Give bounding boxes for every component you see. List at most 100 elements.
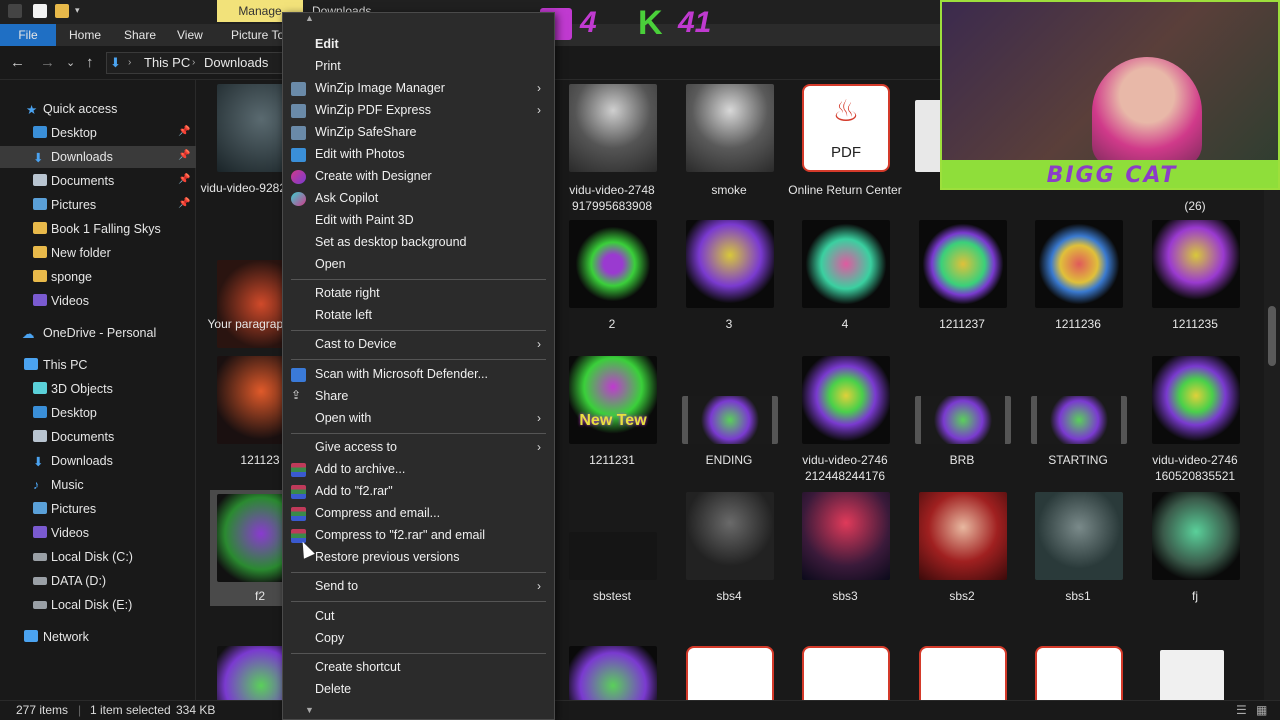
menu-label: Give access to — [315, 440, 397, 454]
details-view-icon[interactable]: ☰ — [1236, 703, 1247, 717]
menu-separator — [291, 330, 546, 331]
menu-item-rotate-right[interactable]: Rotate right — [283, 283, 554, 305]
menu-item-add-to-archive[interactable]: Add to archive... — [283, 459, 554, 481]
menu-item-scan-defender[interactable]: Scan with Microsoft Defender... — [283, 364, 554, 386]
menu-label: Share — [315, 389, 349, 403]
nav-item-desktop[interactable]: Desktop 📌 — [0, 122, 196, 144]
nav-item-documents[interactable]: Documents 📌 — [0, 170, 196, 192]
menu-item-set-desktop-background[interactable]: Set as desktop background — [283, 232, 554, 254]
breadcrumb-downloads[interactable]: Downloads — [204, 55, 268, 70]
menu-label: Create shortcut — [315, 660, 401, 674]
pdf-icon — [1035, 646, 1123, 700]
file-name: (26) — [1184, 199, 1206, 213]
tab-home[interactable]: Home — [69, 24, 101, 46]
thumbnail — [802, 492, 890, 580]
submenu-arrow-icon: › — [537, 337, 541, 351]
nav-item-pictures[interactable]: Pictures 📌 — [0, 194, 196, 216]
large-icons-view-icon[interactable]: ▦ — [1256, 703, 1267, 717]
menu-item-rotate-left[interactable]: Rotate left — [283, 305, 554, 327]
nav-item-sponge[interactable]: sponge — [0, 266, 196, 288]
menu-item-copy[interactable]: Copy — [283, 628, 554, 650]
menu-item-winzip-pdf-express[interactable]: WinZip PDF Express › — [283, 100, 554, 122]
nav-this-pc[interactable]: This PC — [0, 354, 196, 376]
file-name: sbs4 — [716, 589, 742, 603]
pdf-icon — [802, 646, 890, 700]
video-thumbnail — [682, 396, 778, 444]
crumb-separator-icon[interactable]: › — [128, 57, 131, 68]
file-name: sbstest — [592, 589, 631, 603]
menu-item-delete[interactable]: Delete — [283, 679, 554, 701]
menu-item-winzip-safeshare[interactable]: WinZip SafeShare — [283, 122, 554, 144]
properties-icon[interactable] — [33, 4, 47, 18]
scroll-up-arrow-icon[interactable]: ▲ — [305, 13, 314, 23]
menu-item-send-to[interactable]: Send to › — [283, 576, 554, 598]
nav-item-videos[interactable]: Videos — [0, 290, 196, 312]
nav-item-downloads[interactable]: ⬇ Downloads 📌 — [0, 146, 196, 168]
nav-pc-pictures[interactable]: Pictures — [0, 498, 196, 520]
nav-pc-music[interactable]: ♪ Music — [0, 474, 196, 496]
menu-item-cut[interactable]: Cut — [283, 606, 554, 628]
menu-item-ask-copilot[interactable]: Ask Copilot — [283, 188, 554, 210]
menu-item-open[interactable]: Open — [283, 254, 554, 276]
file-name: sbs3 — [832, 589, 858, 603]
nav-pc-desktop[interactable]: Desktop — [0, 402, 196, 424]
up-arrow-icon[interactable]: ↑ — [86, 54, 94, 71]
menu-item-open-with[interactable]: Open with › — [283, 408, 554, 430]
file-name: STARTING — [1048, 453, 1108, 467]
menu-label: Set as desktop background — [315, 235, 467, 249]
menu-item-create-with-designer[interactable]: Create with Designer — [283, 166, 554, 188]
nav-pc-downloads[interactable]: ⬇ Downloads — [0, 450, 196, 472]
menu-item-edit-with-photos[interactable]: Edit with Photos — [283, 144, 554, 166]
nav-pc-documents[interactable]: Documents — [0, 426, 196, 448]
menu-item-edit-with-paint-3d[interactable]: Edit with Paint 3D — [283, 210, 554, 232]
crumb-separator-icon[interactable]: › — [192, 57, 195, 68]
breadcrumb-this-pc[interactable]: This PC — [144, 55, 190, 70]
menu-item-create-shortcut[interactable]: Create shortcut — [283, 657, 554, 679]
cloud-icon: ☁ — [22, 327, 35, 341]
back-arrow-icon[interactable]: ← — [10, 54, 25, 71]
nav-pc-3d-objects[interactable]: 3D Objects — [0, 378, 196, 400]
pdf-icon — [686, 646, 774, 700]
menu-label: Ask Copilot — [315, 191, 379, 205]
share-icon: ⇪ — [291, 388, 302, 402]
menu-item-cast-to-device[interactable]: Cast to Device › — [283, 334, 554, 356]
menu-label: Add to "f2.rar" — [315, 484, 393, 498]
recent-locations-icon[interactable]: ⌄ — [66, 56, 75, 69]
nav-label: Network — [43, 630, 89, 644]
nav-item-new-folder[interactable]: New folder — [0, 242, 196, 264]
nav-item-book1[interactable]: Book 1 Falling Skys — [0, 218, 196, 240]
forward-arrow-icon[interactable]: → — [40, 54, 55, 71]
pdf-icon — [919, 646, 1007, 700]
nav-pc-disk-d[interactable]: DATA (D:) — [0, 570, 196, 592]
nav-network[interactable]: Network — [0, 626, 196, 648]
menu-item-add-to-f2-rar[interactable]: Add to "f2.rar" — [283, 481, 554, 503]
menu-item-print[interactable]: Print — [283, 56, 554, 78]
nav-label: Quick access — [43, 102, 118, 116]
menu-item-winzip-image-manager[interactable]: WinZip Image Manager › — [283, 78, 554, 100]
tab-view[interactable]: View — [177, 24, 203, 46]
submenu-arrow-icon: › — [537, 81, 541, 95]
menu-item-compress-f2-email[interactable]: Compress to "f2.rar" and email — [283, 525, 554, 547]
nav-onedrive[interactable]: ☁ OneDrive - Personal — [0, 322, 196, 344]
video-thumbnail — [1031, 396, 1127, 444]
menu-item-share[interactable]: ⇪ Share — [283, 386, 554, 408]
3d-objects-icon — [33, 382, 47, 394]
menu-item-restore-previous-versions[interactable]: Restore previous versions — [283, 547, 554, 569]
nav-pc-disk-c[interactable]: Local Disk (C:) — [0, 546, 196, 568]
nav-pc-disk-e[interactable]: Local Disk (E:) — [0, 594, 196, 616]
menu-item-compress-and-email[interactable]: Compress and email... — [283, 503, 554, 525]
scrollbar-thumb[interactable] — [1268, 306, 1276, 366]
new-folder-icon[interactable] — [55, 4, 69, 18]
nav-label: Pictures — [51, 198, 97, 212]
nav-pc-videos[interactable]: Videos — [0, 522, 196, 544]
nav-quick-access[interactable]: ★ Quick access — [0, 98, 196, 120]
menu-label: Cut — [315, 609, 335, 623]
tab-share[interactable]: Share — [124, 24, 156, 46]
scroll-down-arrow-icon[interactable]: ▼ — [305, 705, 314, 715]
menu-label: WinZip Image Manager — [315, 81, 445, 95]
tab-file[interactable]: File — [0, 24, 56, 46]
qa-dropdown-icon[interactable]: ▾ — [75, 5, 80, 16]
menu-label: Compress to "f2.rar" and email — [315, 528, 486, 542]
menu-item-edit[interactable]: Edit — [283, 34, 554, 56]
menu-item-give-access-to[interactable]: Give access to › — [283, 437, 554, 459]
